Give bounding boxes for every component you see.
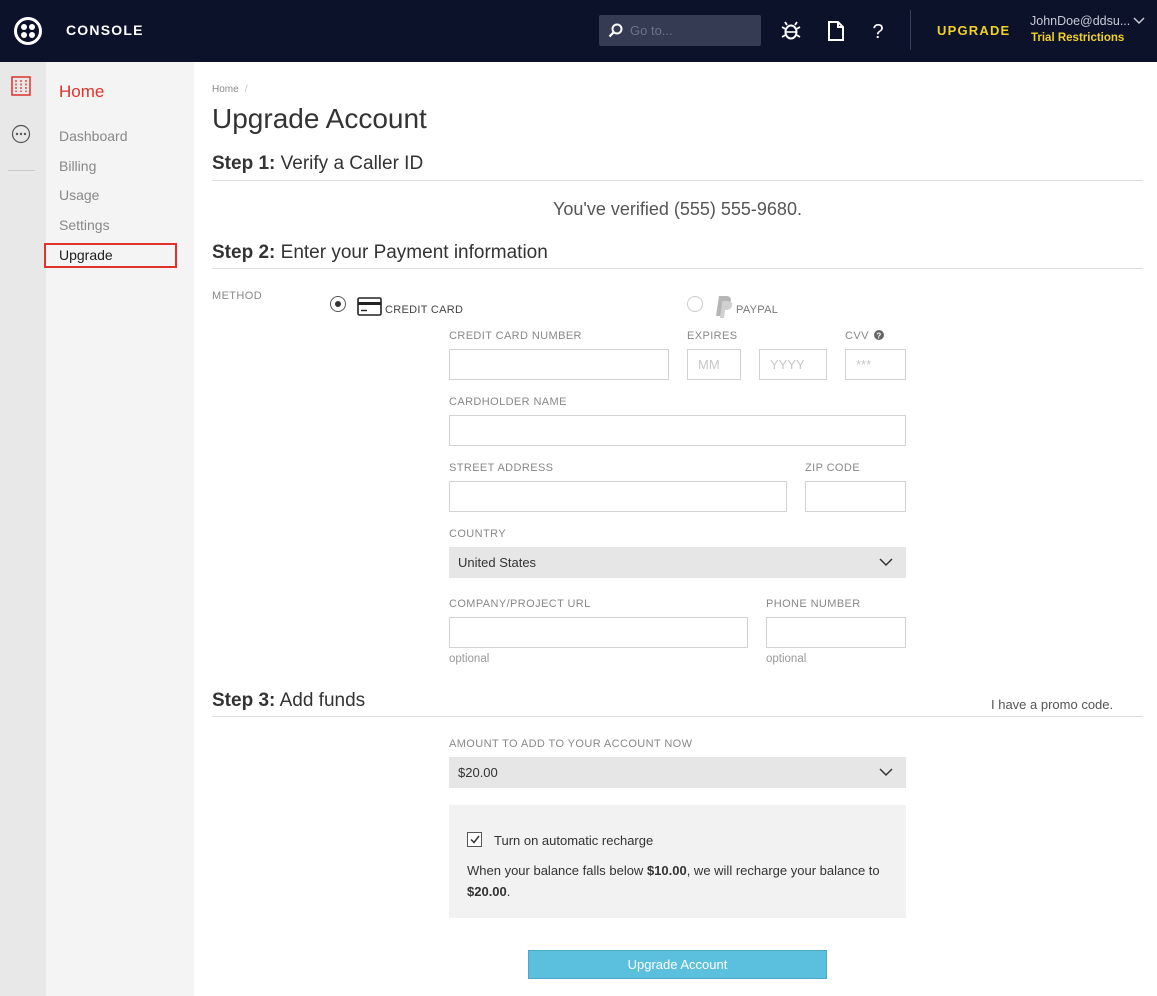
sidebar-item-billing[interactable]: Billing	[59, 158, 96, 174]
amount-value: $20.00	[458, 765, 498, 780]
url-optional-hint: optional	[449, 653, 490, 665]
street-label: STREET ADDRESS	[449, 462, 554, 474]
cardholder-name-field[interactable]	[449, 415, 906, 446]
top-bar: CONSOLE ? UPGRADE JohnDoe@ddsu... Trial …	[0, 0, 1157, 62]
cardholder-label: CARDHOLDER NAME	[449, 396, 567, 408]
zip-label: ZIP CODE	[805, 462, 860, 474]
auto-recharge-checkbox[interactable]	[467, 832, 482, 847]
zip-code-field[interactable]	[805, 481, 906, 512]
phone-optional-hint: optional	[766, 653, 807, 665]
icon-rail	[0, 62, 46, 996]
upgrade-highlight	[44, 243, 177, 268]
company-url-field[interactable]	[449, 617, 748, 648]
sidebar-item-usage[interactable]: Usage	[59, 187, 99, 203]
recharge-amount: $20.00	[467, 884, 507, 899]
step2-title: Enter your Payment information	[280, 242, 548, 263]
step3-heading: Step 3: Add funds	[212, 690, 365, 712]
url-label: COMPANY/PROJECT URL	[449, 598, 591, 610]
cvv-field[interactable]	[845, 349, 906, 380]
sidebar-item-settings[interactable]: Settings	[59, 217, 110, 233]
svg-text:?: ?	[877, 331, 882, 340]
card-number-label: CREDIT CARD NUMBER	[449, 330, 582, 342]
recharge-desc-3: .	[506, 884, 511, 899]
more-icon[interactable]	[11, 124, 31, 144]
divider	[212, 180, 1143, 181]
recharge-desc-1: When your balance falls below	[467, 863, 647, 878]
recharge-desc-2: , we will recharge your balance to	[686, 863, 880, 878]
topbar-divider	[910, 10, 911, 50]
expires-year-field[interactable]	[759, 349, 827, 380]
chevron-down-icon	[879, 768, 893, 777]
breadcrumb-separator: /	[244, 84, 248, 95]
sidebar: Home Dashboard Billing Usage Settings Up…	[46, 62, 194, 996]
chevron-down-icon[interactable]	[1133, 16, 1145, 26]
console-label[interactable]: CONSOLE	[66, 22, 144, 38]
svg-text:?: ?	[872, 21, 883, 43]
dashboard-icon[interactable]	[11, 76, 31, 96]
credit-card-icon	[357, 297, 382, 316]
paypal-label[interactable]: PAYPAL	[736, 304, 778, 316]
auto-recharge-label[interactable]: Turn on automatic recharge	[494, 833, 653, 848]
amount-label: AMOUNT TO ADD TO YOUR ACCOUNT NOW	[449, 738, 693, 750]
sidebar-home[interactable]: Home	[59, 82, 104, 102]
search-icon	[608, 23, 623, 38]
amount-select[interactable]: $20.00	[449, 757, 906, 788]
cvv-label: CVV ?	[845, 330, 885, 342]
help-circle-icon[interactable]: ?	[874, 330, 885, 340]
step1-title: Verify a Caller ID	[280, 153, 424, 174]
divider	[212, 268, 1143, 269]
promo-code-link[interactable]: I have a promo code.	[991, 697, 1113, 712]
step1-heading: Step 1: Verify a Caller ID	[212, 153, 423, 175]
expires-label: EXPIRES	[687, 330, 738, 342]
phone-number-field[interactable]	[766, 617, 906, 648]
paypal-radio[interactable]	[687, 296, 703, 312]
search-box[interactable]	[599, 15, 761, 46]
recharge-threshold: $10.00	[646, 863, 687, 878]
method-label: METHOD	[212, 290, 263, 302]
user-menu[interactable]: JohnDoe@ddsu...	[1030, 14, 1130, 28]
paypal-icon	[716, 296, 733, 318]
street-address-field[interactable]	[449, 481, 787, 512]
step3-prefix: Step 3:	[212, 690, 276, 711]
help-icon[interactable]: ?	[864, 17, 892, 45]
step1-prefix: Step 1:	[212, 153, 276, 174]
page-title: Upgrade Account	[212, 103, 427, 134]
search-input[interactable]	[630, 20, 755, 41]
upgrade-link[interactable]: UPGRADE	[937, 23, 1010, 38]
divider	[212, 716, 1143, 717]
checkmark-icon	[470, 835, 480, 844]
breadcrumb-home[interactable]: Home	[212, 84, 239, 95]
cvv-label-text: CVV	[845, 330, 869, 342]
expires-month-field[interactable]	[687, 349, 741, 380]
phone-label: PHONE NUMBER	[766, 598, 861, 610]
country-select[interactable]: United States	[449, 547, 906, 578]
sidebar-item-dashboard[interactable]: Dashboard	[59, 128, 128, 144]
trial-restrictions-link[interactable]: Trial Restrictions	[1031, 32, 1124, 44]
country-label: COUNTRY	[449, 528, 506, 540]
auto-recharge-description: When your balance falls below $10.00, we…	[467, 860, 892, 902]
auto-recharge-panel: Turn on automatic recharge When your bal…	[449, 805, 906, 918]
rail-divider	[8, 170, 35, 171]
upgrade-account-button[interactable]: Upgrade Account	[528, 950, 827, 979]
twilio-logo-icon[interactable]	[14, 17, 42, 45]
chevron-down-icon	[879, 558, 893, 567]
step3-title: Add funds	[279, 690, 366, 711]
card-number-field[interactable]	[449, 349, 669, 380]
country-value: United States	[458, 555, 537, 570]
credit-card-label[interactable]: CREDIT CARD	[385, 304, 463, 316]
breadcrumb: Home /	[212, 84, 247, 95]
verified-caller-id: You've verified (555) 555-9680.	[553, 199, 802, 219]
docs-icon[interactable]	[822, 17, 850, 45]
credit-card-radio[interactable]	[330, 296, 346, 312]
step2-heading: Step 2: Enter your Payment information	[212, 242, 548, 264]
debugger-icon[interactable]	[777, 17, 805, 45]
step2-prefix: Step 2:	[212, 242, 276, 263]
